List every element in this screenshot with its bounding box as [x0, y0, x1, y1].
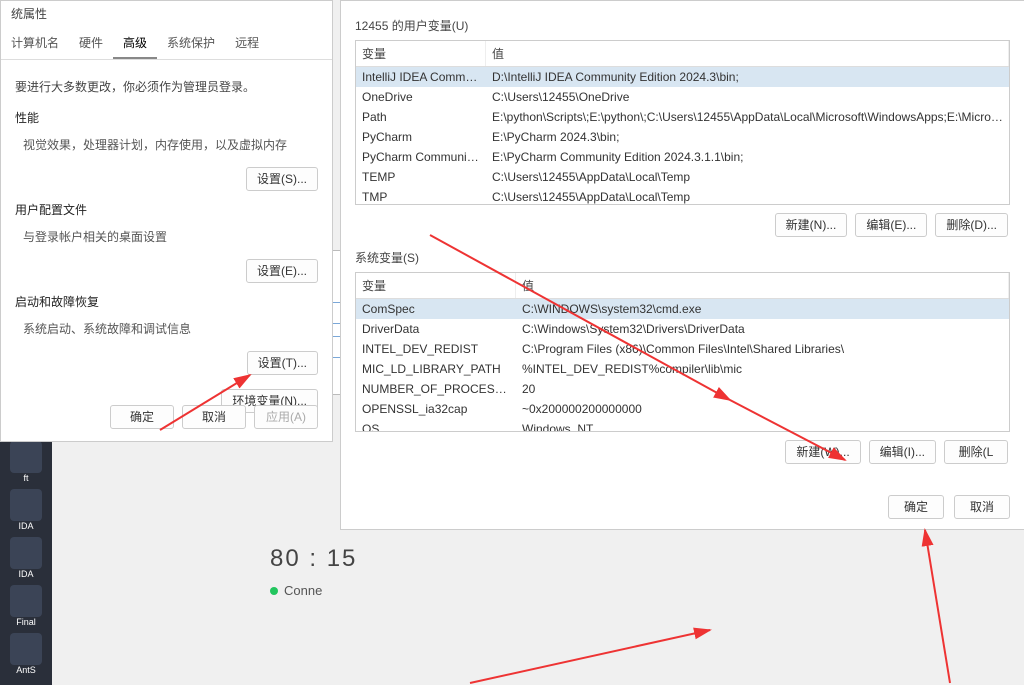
ok-button[interactable]: 确定 [110, 405, 174, 429]
cell-var: INTEL_DEV_REDIST [356, 340, 516, 358]
desktop-icon[interactable]: AntS [6, 633, 46, 675]
cell-val: E:\PyCharm 2024.3\bin; [486, 128, 1009, 146]
desktop-icons-strip: ft IDA IDA Final AntS [0, 435, 52, 685]
cell-var: NUMBER_OF_PROCESSORS [356, 380, 516, 398]
system-properties-dialog: 统属性 计算机名 硬件 高级 系统保护 远程 要进行大多数更改，你必须作为管理员… [0, 0, 333, 442]
cell-var: TMP [356, 188, 486, 205]
cell-var: MIC_LD_LIBRARY_PATH [356, 360, 516, 378]
cell-var: OneDrive [356, 88, 486, 106]
col-header-val[interactable]: 值 [516, 273, 1009, 298]
table-row[interactable]: TEMPC:\Users\12455\AppData\Local\Temp [356, 167, 1009, 187]
dialog-title: 统属性 [1, 1, 332, 26]
apply-button[interactable]: 应用(A) [254, 405, 318, 429]
tab-remote[interactable]: 远程 [225, 28, 269, 59]
group-desc: 与登录帐户相关的桌面设置 [23, 228, 318, 245]
cell-val: C:\Program Files (x86)\Common Files\Inte… [516, 340, 1009, 358]
cell-val: E:\python\Scripts\;E:\python\;C:\Users\1… [486, 108, 1009, 126]
status-block: 80 : 15 Conne [270, 545, 357, 598]
col-header-var[interactable]: 变量 [356, 41, 486, 66]
sys-edit-button[interactable]: 编辑(I)... [869, 440, 936, 464]
cell-var: PyCharm [356, 128, 486, 146]
table-row[interactable]: ComSpecC:\WINDOWS\system32\cmd.exe [356, 299, 1009, 319]
table-row[interactable]: OneDriveC:\Users\12455\OneDrive [356, 87, 1009, 107]
status-dot-icon [270, 587, 278, 595]
table-row[interactable]: NUMBER_OF_PROCESSORS20 [356, 379, 1009, 399]
group-desc: 视觉效果，处理器计划，内存使用，以及虚拟内存 [23, 136, 318, 153]
tab-bar: 计算机名 硬件 高级 系统保护 远程 [1, 28, 332, 60]
cell-var: TEMP [356, 168, 486, 186]
table-row[interactable]: PyCharmE:\PyCharm 2024.3\bin; [356, 127, 1009, 147]
table-row[interactable]: OPENSSL_ia32cap~0x200000200000000 [356, 399, 1009, 419]
cell-val: ~0x200000200000000 [516, 400, 1009, 418]
cell-val: Windows_NT [516, 420, 1009, 432]
status-text: Conne [284, 583, 322, 598]
desktop-icon[interactable]: IDA [6, 537, 46, 579]
table-row[interactable]: INTEL_DEV_REDISTC:\Program Files (x86)\C… [356, 339, 1009, 359]
group-title-profiles: 用户配置文件 [15, 201, 318, 218]
env-cancel-button[interactable]: 取消 [954, 495, 1010, 519]
tab-system-protection[interactable]: 系统保护 [157, 28, 225, 59]
user-edit-button[interactable]: 编辑(E)... [855, 213, 927, 237]
sys-vars-table: 变量 值 ComSpecC:\WINDOWS\system32\cmd.exeD… [355, 272, 1010, 432]
cell-val: E:\PyCharm Community Edition 2024.3.1.1\… [486, 148, 1009, 166]
col-header-var[interactable]: 变量 [356, 273, 516, 298]
user-vars-table: 变量 值 IntelliJ IDEA Community E...D:\Inte… [355, 40, 1010, 205]
desktop-icon[interactable]: IDA [6, 489, 46, 531]
cell-val: C:\Windows\System32\Drivers\DriverData [516, 320, 1009, 338]
admin-note: 要进行大多数更改，你必须作为管理员登录。 [15, 78, 318, 95]
clock: 80 : 15 [270, 545, 357, 573]
cell-val: %INTEL_DEV_REDIST%compiler\lib\mic [516, 360, 1009, 378]
tab-advanced[interactable]: 高级 [113, 28, 157, 59]
table-row[interactable]: PyCharm Community Editi...E:\PyCharm Com… [356, 147, 1009, 167]
table-row[interactable]: DriverDataC:\Windows\System32\Drivers\Dr… [356, 319, 1009, 339]
cell-val: C:\Users\12455\AppData\Local\Temp [486, 188, 1009, 205]
settings-perf-button[interactable]: 设置(S)... [246, 167, 318, 191]
sys-vars-label: 系统变量(S) [355, 249, 1010, 266]
env-variables-dialog: 12455 的用户变量(U) 变量 值 IntelliJ IDEA Commun… [340, 0, 1024, 530]
cell-var: OPENSSL_ia32cap [356, 400, 516, 418]
desktop-icon[interactable]: Final [6, 585, 46, 627]
cell-val: C:\Users\12455\AppData\Local\Temp [486, 168, 1009, 186]
tab-computer-name[interactable]: 计算机名 [1, 28, 69, 59]
tab-hardware[interactable]: 硬件 [69, 28, 113, 59]
cell-var: Path [356, 108, 486, 126]
col-header-val[interactable]: 值 [486, 41, 1009, 66]
cell-var: OS [356, 420, 516, 432]
desktop-icon[interactable]: ft [6, 441, 46, 483]
sys-new-button[interactable]: 新建(W)... [785, 440, 860, 464]
table-row[interactable]: PathE:\python\Scripts\;E:\python\;C:\Use… [356, 107, 1009, 127]
table-row[interactable]: IntelliJ IDEA Community E...D:\IntelliJ … [356, 67, 1009, 87]
settings-profiles-button[interactable]: 设置(E)... [246, 259, 318, 283]
env-ok-button[interactable]: 确定 [888, 495, 944, 519]
cell-val: C:\Users\12455\OneDrive [486, 88, 1009, 106]
cell-val: 20 [516, 380, 1009, 398]
cell-val: C:\WINDOWS\system32\cmd.exe [516, 300, 1009, 318]
cell-var: PyCharm Community Editi... [356, 148, 486, 166]
cell-var: IntelliJ IDEA Community E... [356, 68, 486, 86]
user-delete-button[interactable]: 删除(D)... [935, 213, 1008, 237]
group-title-perf: 性能 [15, 109, 318, 126]
group-title-startup: 启动和故障恢复 [15, 293, 318, 310]
sys-delete-button[interactable]: 删除(L [944, 440, 1008, 464]
settings-startup-button[interactable]: 设置(T)... [247, 351, 318, 375]
cell-var: DriverData [356, 320, 516, 338]
cell-var: ComSpec [356, 300, 516, 318]
group-desc: 系统启动、系统故障和调试信息 [23, 320, 318, 337]
user-vars-label: 12455 的用户变量(U) [355, 17, 1010, 34]
table-row[interactable]: MIC_LD_LIBRARY_PATH%INTEL_DEV_REDIST%com… [356, 359, 1009, 379]
cancel-button[interactable]: 取消 [182, 405, 246, 429]
table-row[interactable]: TMPC:\Users\12455\AppData\Local\Temp [356, 187, 1009, 205]
user-new-button[interactable]: 新建(N)... [775, 213, 848, 237]
table-row[interactable]: OSWindows_NT [356, 419, 1009, 432]
cell-val: D:\IntelliJ IDEA Community Edition 2024.… [486, 68, 1009, 86]
